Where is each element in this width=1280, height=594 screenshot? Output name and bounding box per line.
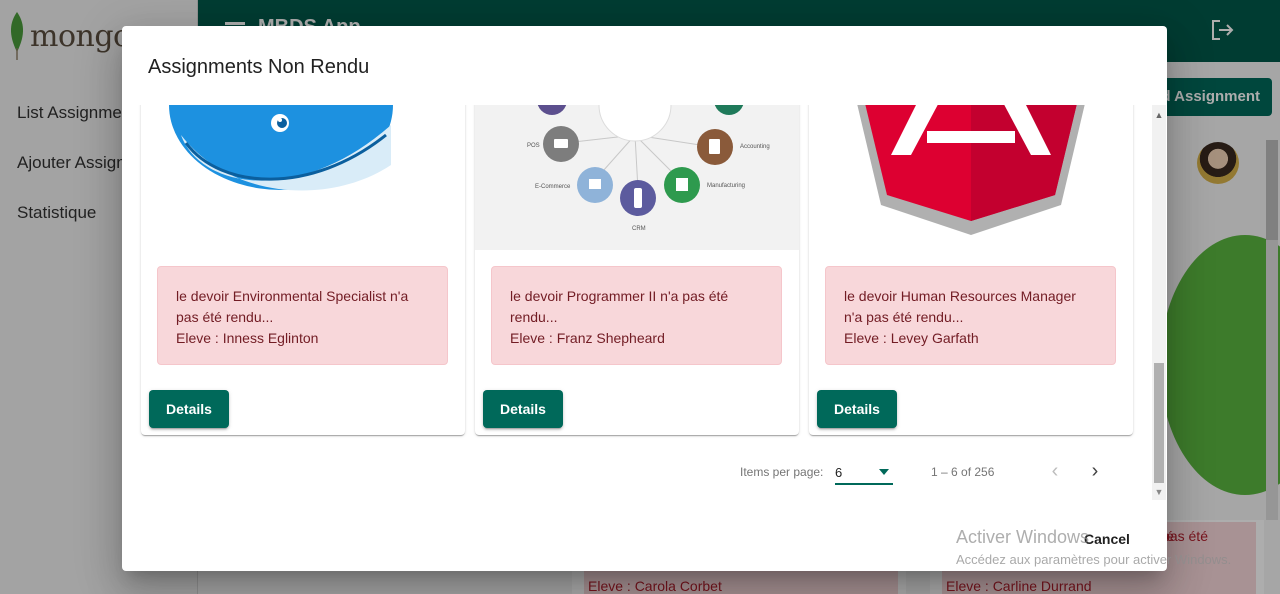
assignment-message: le devoir Programmer II n'a pas été rend… — [510, 288, 729, 325]
angular-logo-image — [809, 105, 1133, 250]
page-size-select[interactable]: 6 — [835, 459, 893, 485]
erp-diagram-image: POS E-Commerce CRM Manufacturing Account… — [475, 105, 799, 250]
diagram-label-accounting: Accounting — [740, 144, 770, 150]
previous-page-icon[interactable]: ‹ — [1040, 457, 1070, 487]
windows-activation-title: Activer Windows — [956, 527, 1090, 547]
diagram-label-ecommerce: E-Commerce — [535, 184, 571, 190]
items-per-page-label: Items per page: — [740, 465, 824, 479]
windows-activation-subtitle: Accédez aux paramètres pour activer Wind… — [956, 552, 1232, 567]
diagram-label-pos: POS — [527, 143, 540, 149]
dialog-scrollbar[interactable]: ▲ ▼ — [1152, 105, 1166, 500]
student-name: Eleve : Inness Eglinton — [176, 330, 319, 346]
assignment-message: le devoir Human Resources Manager n'a pa… — [844, 288, 1076, 325]
student-name: Eleve : Levey Garfath — [844, 330, 979, 346]
assignment-card: POS E-Commerce CRM Manufacturing Account… — [475, 105, 799, 435]
next-page-icon[interactable]: › — [1080, 457, 1110, 487]
scroll-down-icon[interactable]: ▼ — [1152, 486, 1166, 498]
assignment-card: le devoir Environmental Specialist n'a p… — [141, 105, 465, 435]
paginator: Items per page: 6 1 – 6 of 256 ‹ › — [122, 457, 1167, 487]
page-range-label: 1 – 6 of 256 — [931, 465, 995, 479]
not-submitted-alert: le devoir Environmental Specialist n'a p… — [157, 266, 448, 365]
details-button[interactable]: Details — [483, 390, 563, 428]
details-button[interactable]: Details — [817, 390, 897, 428]
diagram-label-crm: CRM — [632, 226, 646, 232]
assignments-dialog: Assignments Non Rendu le devoir Environm… — [122, 26, 1167, 571]
page-size-value: 6 — [835, 465, 843, 480]
not-submitted-alert: le devoir Programmer II n'a pas été rend… — [491, 266, 782, 365]
assignment-message: le devoir Environmental Specialist n'a p… — [176, 288, 409, 325]
dropdown-arrow-icon — [879, 469, 889, 475]
assignment-card: le devoir Human Resources Manager n'a pa… — [809, 105, 1133, 435]
student-name: Eleve : Franz Shepheard — [510, 330, 665, 346]
dialog-content: le devoir Environmental Specialist n'a p… — [122, 105, 1167, 500]
dialog-title: Assignments Non Rendu — [148, 56, 370, 78]
dialog-scrollbar-thumb[interactable] — [1154, 363, 1164, 483]
scroll-up-icon[interactable]: ▲ — [1152, 109, 1166, 121]
diagram-label-manufacturing: Manufacturing — [707, 183, 745, 189]
details-button[interactable]: Details — [149, 390, 229, 428]
not-submitted-alert: le devoir Human Resources Manager n'a pa… — [825, 266, 1116, 365]
docker-whale-image — [141, 105, 465, 250]
